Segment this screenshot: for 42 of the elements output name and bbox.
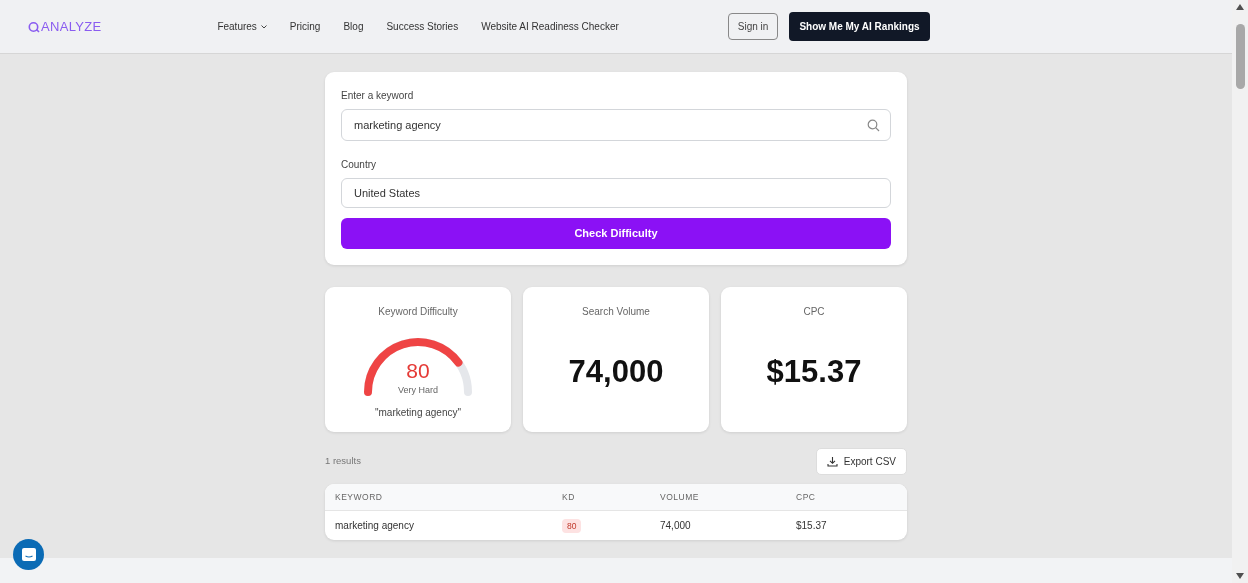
table-cell-text: 74,000 bbox=[660, 519, 692, 533]
chat-button[interactable] bbox=[13, 539, 44, 570]
caret-icon bbox=[260, 24, 267, 29]
stat-title: CPC bbox=[803, 305, 825, 319]
keyword-field[interactable]: marketing agency bbox=[352, 115, 867, 135]
scroll-up-icon[interactable] bbox=[1236, 4, 1244, 10]
field-label: Enter a keyword bbox=[341, 89, 415, 103]
kd-badge: 80 bbox=[562, 519, 582, 533]
logo-icon bbox=[28, 20, 40, 33]
sign-in-button[interactable]: Sign in bbox=[727, 13, 779, 40]
stat-value: 74,000 bbox=[568, 353, 664, 391]
table-cell-text: marketing agency bbox=[335, 519, 415, 533]
column-header: CPC bbox=[796, 490, 817, 504]
nav-link[interactable]: Blog bbox=[343, 19, 364, 34]
table-cell-text: $15.37 bbox=[796, 519, 828, 533]
scroll-down-icon[interactable] bbox=[1236, 573, 1244, 579]
keyword-text: "marketing agency" bbox=[375, 406, 461, 420]
logo[interactable]: ANALYZE bbox=[41, 16, 102, 37]
download-icon bbox=[826, 456, 838, 467]
gauge-value: 80 bbox=[405, 360, 431, 381]
field-label: Country bbox=[341, 158, 377, 172]
features-menu[interactable]: Features bbox=[217, 19, 267, 34]
nav-link[interactable]: Success Stories bbox=[386, 19, 459, 34]
scrollbar[interactable] bbox=[1232, 0, 1248, 583]
search-icon bbox=[867, 118, 880, 132]
column-header: VOLUME bbox=[660, 490, 700, 504]
nav-link[interactable]: Website AI Readiness Checker bbox=[481, 19, 619, 34]
scrollbar-thumb[interactable] bbox=[1235, 24, 1245, 89]
search-box[interactable]: marketing agency bbox=[341, 109, 891, 141]
stat-title: Search Volume bbox=[582, 305, 650, 319]
results-count: 1 results bbox=[325, 454, 361, 469]
nav-link[interactable]: Pricing bbox=[289, 19, 321, 34]
export-csv-button[interactable]: Export CSV bbox=[815, 448, 907, 475]
country-select[interactable]: United States bbox=[341, 178, 891, 208]
stat-value: $15.37 bbox=[766, 353, 862, 391]
difficulty-rating: Very Hard bbox=[397, 384, 439, 397]
check-difficulty-button[interactable]: Check Difficulty bbox=[341, 218, 891, 249]
cta-button[interactable]: Show Me My AI Rankings bbox=[789, 12, 930, 41]
stat-title: Keyword Difficulty bbox=[378, 305, 458, 319]
chat-icon bbox=[21, 548, 36, 561]
column-header: KEYWORD bbox=[335, 490, 384, 504]
column-header: KD bbox=[562, 490, 576, 504]
